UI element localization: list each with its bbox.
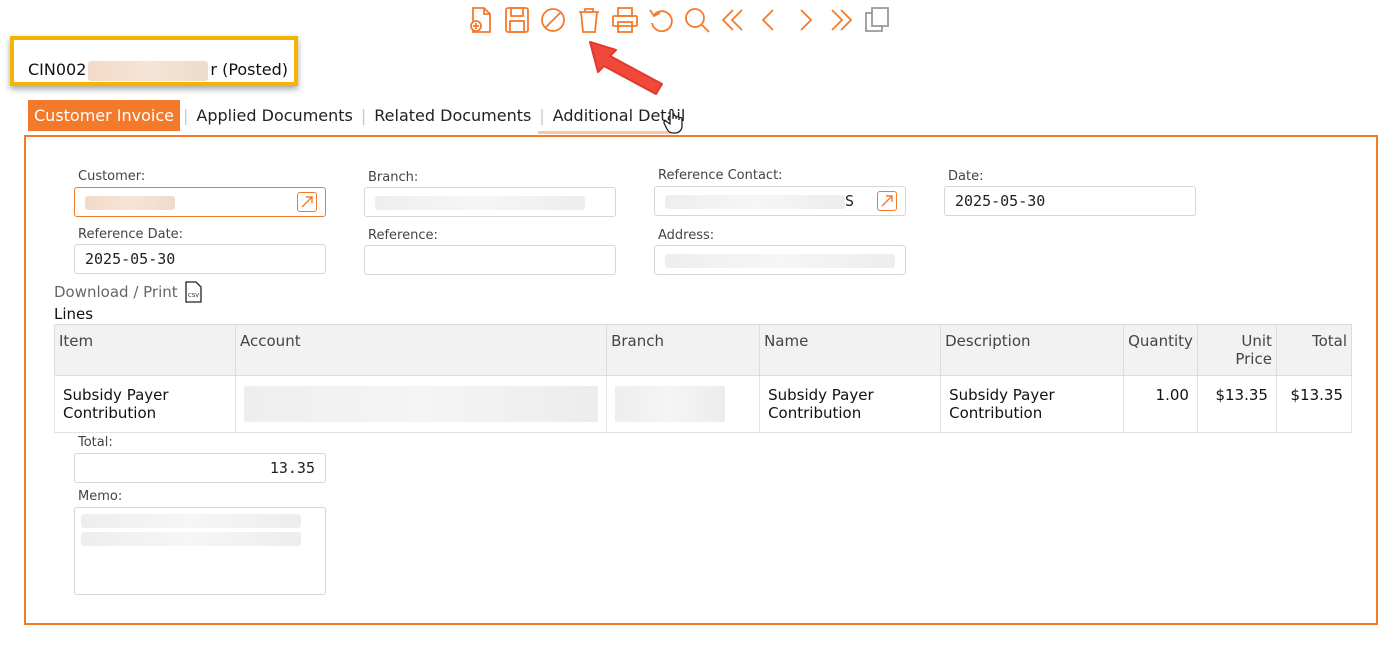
undo-button[interactable]	[645, 3, 677, 37]
table-header-row: Item Account Branch Name Description Qua…	[53, 324, 1353, 376]
reference-label: Reference:	[368, 228, 438, 243]
cell-item: Subsidy Payer Contribution	[53, 375, 237, 433]
cell-branch	[606, 375, 761, 433]
customer-label: Customer:	[78, 169, 146, 184]
reference-date-label: Reference Date:	[78, 227, 184, 242]
next-record-icon	[800, 9, 813, 31]
search-button[interactable]	[681, 3, 713, 37]
delete-icon	[579, 8, 599, 33]
tab-customer-invoice[interactable]: Customer Invoice	[28, 99, 181, 131]
previous-record-icon	[761, 9, 774, 31]
redacted-text	[81, 532, 301, 546]
address-label: Address:	[658, 228, 715, 243]
cell-description: Subsidy Payer Contribution	[940, 375, 1125, 433]
copy-button[interactable]	[861, 3, 893, 37]
save-button[interactable]	[501, 3, 533, 37]
hand-cursor-icon	[663, 108, 683, 134]
reference-field[interactable]	[364, 245, 616, 275]
save-icon	[505, 7, 529, 33]
download-print-link[interactable]: Download / Print CSV	[54, 281, 202, 303]
new-document-icon	[470, 7, 491, 33]
table-row[interactable]: Subsidy Payer Contribution Subsidy Payer…	[53, 375, 1353, 433]
reference-contact-label: Reference Contact:	[658, 168, 783, 183]
search-icon	[685, 8, 710, 33]
print-icon	[612, 7, 638, 33]
redacted-text	[244, 386, 599, 422]
csv-icon-label: CSV	[188, 293, 199, 299]
reference-contact-field[interactable]: S	[654, 186, 906, 216]
lines-title: Lines	[54, 305, 94, 323]
date-label: Date:	[948, 169, 984, 184]
toolbar	[465, 2, 893, 38]
column-header-name[interactable]: Name	[759, 324, 942, 376]
cell-account	[235, 375, 608, 433]
lines-table: Item Account Branch Name Description Qua…	[53, 324, 1353, 433]
address-field[interactable]	[654, 245, 906, 275]
customer-invoice-panel: Customer: Branch: Reference Contact: S D…	[24, 135, 1378, 625]
reference-date-field[interactable]: 2025-05-30	[74, 244, 326, 274]
redacted-text	[85, 195, 175, 210]
reference-contact-visible-text: S	[845, 192, 855, 210]
tab-separator: |	[360, 105, 367, 125]
memo-field[interactable]	[74, 507, 326, 595]
copy-icon	[865, 7, 889, 32]
document-title: CIN002 r (Posted)	[28, 60, 288, 81]
undo-icon	[649, 9, 673, 33]
reference-contact-lookup-button[interactable]	[877, 191, 897, 211]
total-label: Total:	[78, 435, 113, 450]
next-record-button[interactable]	[789, 3, 821, 37]
tab-applied-documents[interactable]: Applied Documents	[191, 100, 357, 131]
redacted-text	[81, 514, 301, 528]
tab-related-documents[interactable]: Related Documents	[369, 100, 536, 131]
void-icon	[541, 8, 565, 32]
tab-separator: |	[539, 105, 545, 125]
customer-lookup-button[interactable]	[297, 192, 317, 212]
redacted-text	[615, 386, 726, 422]
total-field[interactable]: 13.35	[74, 453, 326, 483]
print-button[interactable]	[609, 3, 641, 37]
column-header-description[interactable]: Description	[940, 324, 1125, 376]
tab-bar: Customer Invoice | Applied Documents | R…	[28, 98, 684, 132]
first-record-button[interactable]	[717, 3, 749, 37]
date-field[interactable]: 2025-05-30	[944, 186, 1196, 216]
redacted-text	[88, 60, 209, 81]
document-title-prefix: CIN002	[28, 60, 87, 79]
column-header-branch[interactable]: Branch	[606, 324, 761, 376]
column-header-total[interactable]: Total	[1275, 324, 1353, 376]
open-link-icon	[301, 196, 313, 208]
tab-hover-underline	[538, 131, 670, 134]
previous-record-button[interactable]	[753, 3, 785, 37]
redacted-text	[665, 194, 845, 209]
document-title-suffix: r (Posted)	[210, 60, 289, 79]
cell-quantity: 1.00	[1123, 375, 1198, 433]
branch-label: Branch:	[368, 170, 419, 185]
document-title-highlight: CIN002 r (Posted)	[10, 36, 298, 86]
last-record-icon	[831, 9, 853, 31]
tab-separator: |	[183, 105, 189, 125]
download-print-label: Download / Print	[54, 283, 178, 301]
new-document-button[interactable]	[465, 3, 497, 37]
column-header-item[interactable]: Item	[53, 324, 237, 376]
csv-file-icon[interactable]: CSV	[184, 281, 202, 303]
column-header-account[interactable]: Account	[235, 324, 608, 376]
cell-total: $13.35	[1275, 375, 1353, 433]
redacted-text	[375, 195, 585, 210]
column-header-unit-price[interactable]: Unit Price	[1196, 324, 1277, 376]
memo-label: Memo:	[78, 489, 123, 504]
void-button[interactable]	[537, 3, 569, 37]
cell-unit-price: $13.35	[1196, 375, 1277, 433]
open-link-icon	[881, 195, 893, 207]
column-header-quantity[interactable]: Quantity	[1123, 324, 1198, 376]
redacted-text	[665, 253, 895, 268]
first-record-icon	[721, 9, 743, 31]
annotation-arrow-icon	[589, 41, 663, 95]
branch-field[interactable]	[364, 187, 616, 217]
customer-field[interactable]	[74, 187, 326, 217]
cell-name: Subsidy Payer Contribution	[759, 375, 942, 433]
delete-button[interactable]	[573, 3, 605, 37]
last-record-button[interactable]	[825, 3, 857, 37]
